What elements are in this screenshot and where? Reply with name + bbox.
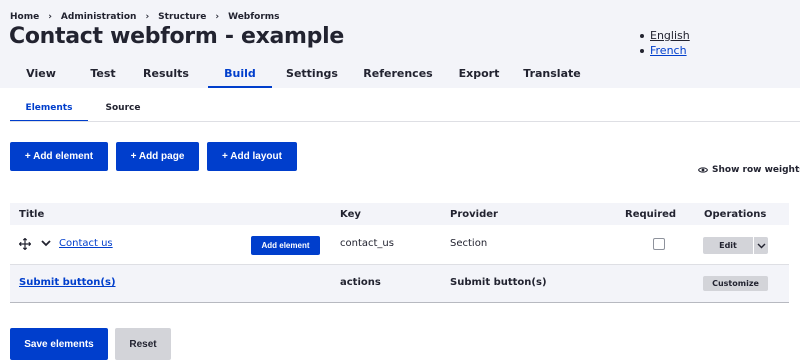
tab-build[interactable]: Build xyxy=(208,62,272,88)
breadcrumb-administration[interactable]: Administration xyxy=(61,12,137,22)
breadcrumb-structure[interactable]: Structure xyxy=(158,12,206,22)
element-provider: Submit button(s) xyxy=(450,277,547,288)
add-page-button[interactable]: + Add page xyxy=(116,142,199,171)
element-provider: Section xyxy=(450,238,488,249)
element-title-link[interactable]: Contact us xyxy=(59,238,113,249)
language-link-french[interactable]: French xyxy=(650,43,687,58)
element-key: contact_us xyxy=(340,238,394,249)
breadcrumb-home[interactable]: Home xyxy=(10,12,39,22)
chevron-down-icon[interactable] xyxy=(40,237,52,249)
drag-handle-icon[interactable] xyxy=(19,238,31,250)
column-provider: Provider xyxy=(450,209,498,220)
save-elements-button[interactable]: Save elements xyxy=(10,328,108,360)
breadcrumb-webforms[interactable]: Webforms xyxy=(228,12,279,22)
language-link-english[interactable]: English xyxy=(650,28,690,43)
breadcrumb-separator: › xyxy=(145,12,150,22)
breadcrumb-separator: › xyxy=(215,12,220,22)
add-element-inline-button[interactable]: Add element xyxy=(251,236,320,255)
tab-test[interactable]: Test xyxy=(82,62,124,88)
tab-translate[interactable]: Translate xyxy=(514,62,590,88)
required-checkbox[interactable] xyxy=(653,238,665,250)
page-header: Home › Administration › Structure › Webf… xyxy=(0,0,800,88)
customize-button[interactable]: Customize xyxy=(703,276,768,291)
table-header: Title Key Provider Required Operations xyxy=(10,203,789,225)
language-switcher: English French xyxy=(640,28,690,58)
eye-icon xyxy=(698,167,708,173)
primary-tabs: View Test Results Build Settings Referen… xyxy=(0,62,590,88)
elements-table: Title Key Provider Required Operations C… xyxy=(10,203,789,303)
tab-view[interactable]: View xyxy=(0,62,82,88)
secondary-tabs: Elements Source xyxy=(10,98,158,122)
show-row-weights-label: Show row weights xyxy=(712,165,800,175)
column-operations: Operations xyxy=(704,209,767,220)
column-title: Title xyxy=(19,209,45,220)
tab-settings[interactable]: Settings xyxy=(272,62,352,88)
tabs-divider xyxy=(10,121,800,122)
chevron-down-icon xyxy=(757,243,765,248)
element-title-link[interactable]: Submit button(s) xyxy=(19,277,116,288)
tab-source[interactable]: Source xyxy=(88,98,158,122)
breadcrumb-separator: › xyxy=(48,12,52,22)
page-title: Contact webform - example xyxy=(9,24,344,49)
column-key: Key xyxy=(340,209,361,220)
column-required: Required xyxy=(625,209,677,220)
element-key: actions xyxy=(340,277,381,288)
operations-dropdown-toggle[interactable] xyxy=(753,237,768,254)
add-element-button[interactable]: + Add element xyxy=(10,142,108,171)
edit-button[interactable]: Edit xyxy=(703,237,753,254)
tab-elements[interactable]: Elements xyxy=(10,98,88,122)
tab-references[interactable]: References xyxy=(352,62,444,88)
bullet-icon xyxy=(640,33,644,38)
table-row: Contact us Add element contact_us Sectio… xyxy=(10,225,789,265)
breadcrumb: Home › Administration › Structure › Webf… xyxy=(10,12,280,22)
reset-button[interactable]: Reset xyxy=(115,328,171,360)
bullet-icon xyxy=(640,48,644,53)
language-item-french: French xyxy=(640,43,690,58)
table-row: Submit button(s) actions Submit button(s… xyxy=(10,265,789,303)
tab-export[interactable]: Export xyxy=(444,62,514,88)
language-item-english: English xyxy=(640,28,690,43)
operations-split-button: Edit xyxy=(703,237,768,254)
show-row-weights-toggle[interactable]: Show row weights xyxy=(698,165,800,175)
add-layout-button[interactable]: + Add layout xyxy=(207,142,297,171)
tab-results[interactable]: Results xyxy=(124,62,208,88)
